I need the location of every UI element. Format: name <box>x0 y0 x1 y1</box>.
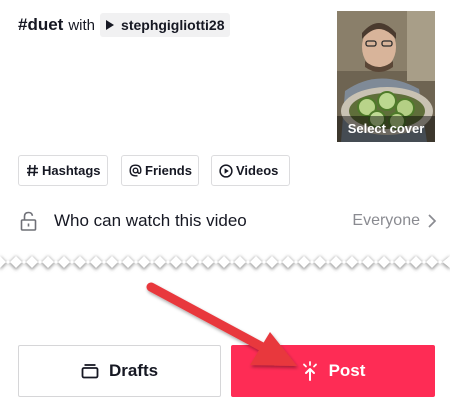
hash-icon <box>26 164 39 177</box>
caption-with-text: with <box>68 16 96 34</box>
friends-chip-label: Friends <box>145 163 192 178</box>
privacy-label: Who can watch this video <box>54 211 247 230</box>
drafts-button[interactable]: Drafts <box>18 345 221 397</box>
torn-edge-divider <box>0 256 450 270</box>
privacy-value: Everyone <box>352 212 420 229</box>
post-button[interactable]: Post <box>231 345 435 397</box>
unlock-icon <box>20 211 37 231</box>
hashtags-chip-label: Hashtags <box>42 163 101 178</box>
post-button-label: Post <box>328 361 366 380</box>
chevron-right-icon <box>428 214 437 228</box>
videos-chip-label: Videos <box>236 163 279 178</box>
select-cover-label[interactable]: Select cover <box>337 116 435 142</box>
at-icon <box>129 164 142 177</box>
cover-thumbnail[interactable]: Select cover <box>337 11 435 142</box>
hashtags-chip[interactable]: Hashtags <box>18 155 108 186</box>
post-screen: #duet with stephgigliotti28 Select cover… <box>0 0 450 407</box>
videos-chip[interactable]: Videos <box>211 155 290 186</box>
caption-hashtag: #duet <box>18 15 64 34</box>
friends-chip[interactable]: Friends <box>121 155 199 186</box>
mention-chip[interactable]: stephgigliotti28 <box>100 13 231 37</box>
play-icon <box>106 20 115 30</box>
post-icon <box>301 361 319 381</box>
mention-username: stephgigliotti28 <box>121 17 225 33</box>
caption-text[interactable]: #duet with stephgigliotti28 <box>18 13 231 37</box>
privacy-setting-row[interactable]: Who can watch this video Everyone <box>18 205 438 237</box>
play-circle-icon <box>219 163 233 178</box>
drafts-icon <box>81 363 99 379</box>
drafts-button-label: Drafts <box>108 361 159 380</box>
